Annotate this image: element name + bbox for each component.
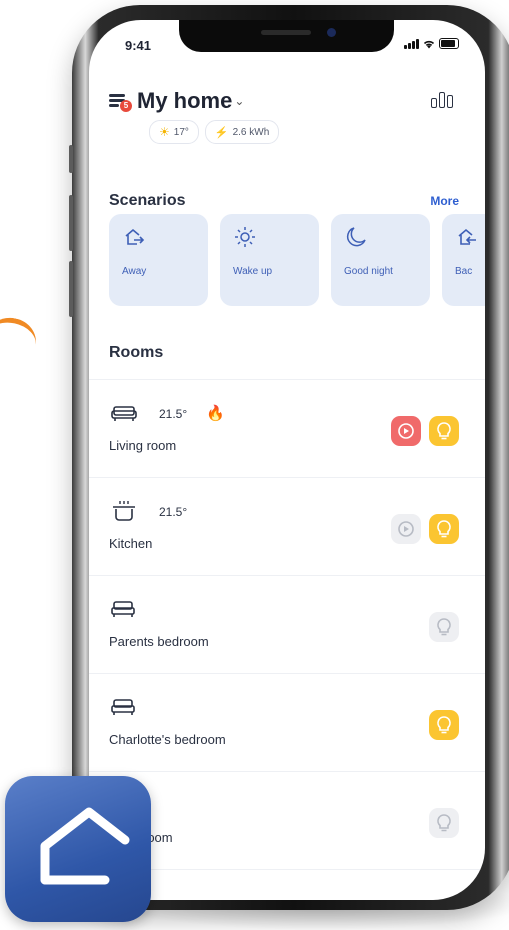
scenario-list: Away Wake up Good night Bac bbox=[109, 214, 485, 306]
notification-badge: 5 bbox=[120, 100, 132, 112]
play-plug-icon bbox=[398, 423, 414, 439]
scenario-label: Bac bbox=[455, 266, 473, 277]
sun-outline-icon bbox=[235, 227, 255, 247]
home-header: 5 My home ⌄ bbox=[109, 88, 244, 114]
light-toggle[interactable] bbox=[429, 710, 459, 740]
home-selector[interactable]: My home ⌄ bbox=[137, 88, 244, 114]
room-controls bbox=[429, 710, 459, 740]
page-title: My home bbox=[137, 88, 233, 113]
room-name: Charlotte's bedroom bbox=[109, 732, 226, 747]
lightbulb-icon bbox=[437, 716, 451, 734]
light-toggle[interactable] bbox=[429, 808, 459, 838]
decorative-orange-arc bbox=[0, 313, 41, 368]
room-row-parents-bedroom[interactable]: Parents bedroom bbox=[89, 576, 485, 674]
weather-value: 17° bbox=[173, 126, 189, 138]
scenario-label: Away bbox=[122, 266, 147, 277]
house-outline-icon bbox=[40, 807, 130, 885]
bed-icon bbox=[111, 601, 135, 617]
light-toggle[interactable] bbox=[429, 416, 459, 446]
scenario-card-away[interactable]: Away bbox=[109, 214, 208, 306]
status-icons bbox=[404, 38, 459, 49]
moon-icon bbox=[346, 227, 366, 247]
scenario-card-good-night[interactable]: Good night bbox=[331, 214, 430, 306]
plug-toggle[interactable] bbox=[391, 416, 421, 446]
lightbulb-icon bbox=[437, 422, 451, 440]
front-camera bbox=[327, 28, 336, 37]
bed-icon bbox=[111, 699, 135, 715]
scenarios-title: Scenarios bbox=[109, 192, 186, 209]
energy-value: 2.6 kWh bbox=[232, 126, 270, 138]
room-row-living-room[interactable]: 21.5° 🔥 Living room bbox=[89, 380, 485, 478]
mute-switch bbox=[69, 145, 73, 173]
more-link[interactable]: More bbox=[430, 194, 459, 208]
light-toggle[interactable] bbox=[429, 612, 459, 642]
scenario-card-back[interactable]: Bac bbox=[442, 214, 485, 306]
bolt-icon: ⚡ bbox=[214, 126, 229, 139]
room-temperature: 21.5° bbox=[159, 505, 188, 519]
lightbulb-icon bbox=[437, 520, 451, 538]
house-exit-icon bbox=[125, 229, 145, 245]
room-controls bbox=[429, 808, 459, 838]
sun-icon: ☀ bbox=[159, 125, 170, 139]
scenario-card-wake-up[interactable]: Wake up bbox=[220, 214, 319, 306]
room-row-kitchen[interactable]: 21.5° Kitchen bbox=[89, 478, 485, 576]
room-temperature: 21.5° bbox=[159, 407, 188, 421]
room-name: Parents bedroom bbox=[109, 634, 209, 649]
play-plug-icon bbox=[398, 521, 414, 537]
app-logo-icon bbox=[5, 776, 151, 922]
lightbulb-icon bbox=[437, 618, 451, 636]
volume-down-button bbox=[69, 261, 73, 317]
room-controls bbox=[429, 612, 459, 642]
room-row-charlottes-bedroom[interactable]: Charlotte's bedroom bbox=[89, 674, 485, 772]
wifi-icon bbox=[423, 40, 435, 49]
lightbulb-icon bbox=[437, 814, 451, 832]
scenario-label: Wake up bbox=[233, 266, 273, 277]
plug-toggle[interactable] bbox=[391, 514, 421, 544]
room-controls bbox=[391, 416, 459, 446]
house-back-icon bbox=[458, 228, 476, 245]
room-name: Living room bbox=[109, 438, 177, 453]
pot-icon bbox=[113, 501, 135, 521]
chevron-down-icon: ⌄ bbox=[234, 94, 245, 108]
room-name: Kitchen bbox=[109, 536, 153, 551]
weather-pill: ☀ 17° bbox=[149, 120, 199, 144]
signal-icon bbox=[404, 39, 419, 49]
sofa-icon bbox=[111, 406, 137, 421]
battery-icon bbox=[439, 38, 459, 49]
menu-icon[interactable]: 5 bbox=[109, 93, 132, 112]
phone-screen: 9:41 5 My home ⌄ ☀ 17° ⚡ 2.6 kWh Scenari… bbox=[89, 20, 485, 900]
room-controls bbox=[391, 514, 459, 544]
home-summary: ☀ 17° ⚡ 2.6 kWh bbox=[149, 120, 280, 144]
status-time: 9:41 bbox=[125, 38, 152, 53]
flame-icon: 🔥 bbox=[206, 405, 225, 422]
light-toggle[interactable] bbox=[429, 514, 459, 544]
phone-frame: 9:41 5 My home ⌄ ☀ 17° ⚡ 2.6 kWh Scenari… bbox=[69, 5, 509, 910]
energy-pill: ⚡ 2.6 kWh bbox=[204, 120, 280, 144]
notch bbox=[179, 20, 394, 52]
speaker-grille bbox=[261, 30, 311, 35]
rooms-title: Rooms bbox=[109, 344, 164, 361]
scenario-label: Good night bbox=[344, 266, 393, 277]
bar-chart-icon[interactable] bbox=[431, 92, 453, 108]
volume-up-button bbox=[69, 195, 73, 251]
